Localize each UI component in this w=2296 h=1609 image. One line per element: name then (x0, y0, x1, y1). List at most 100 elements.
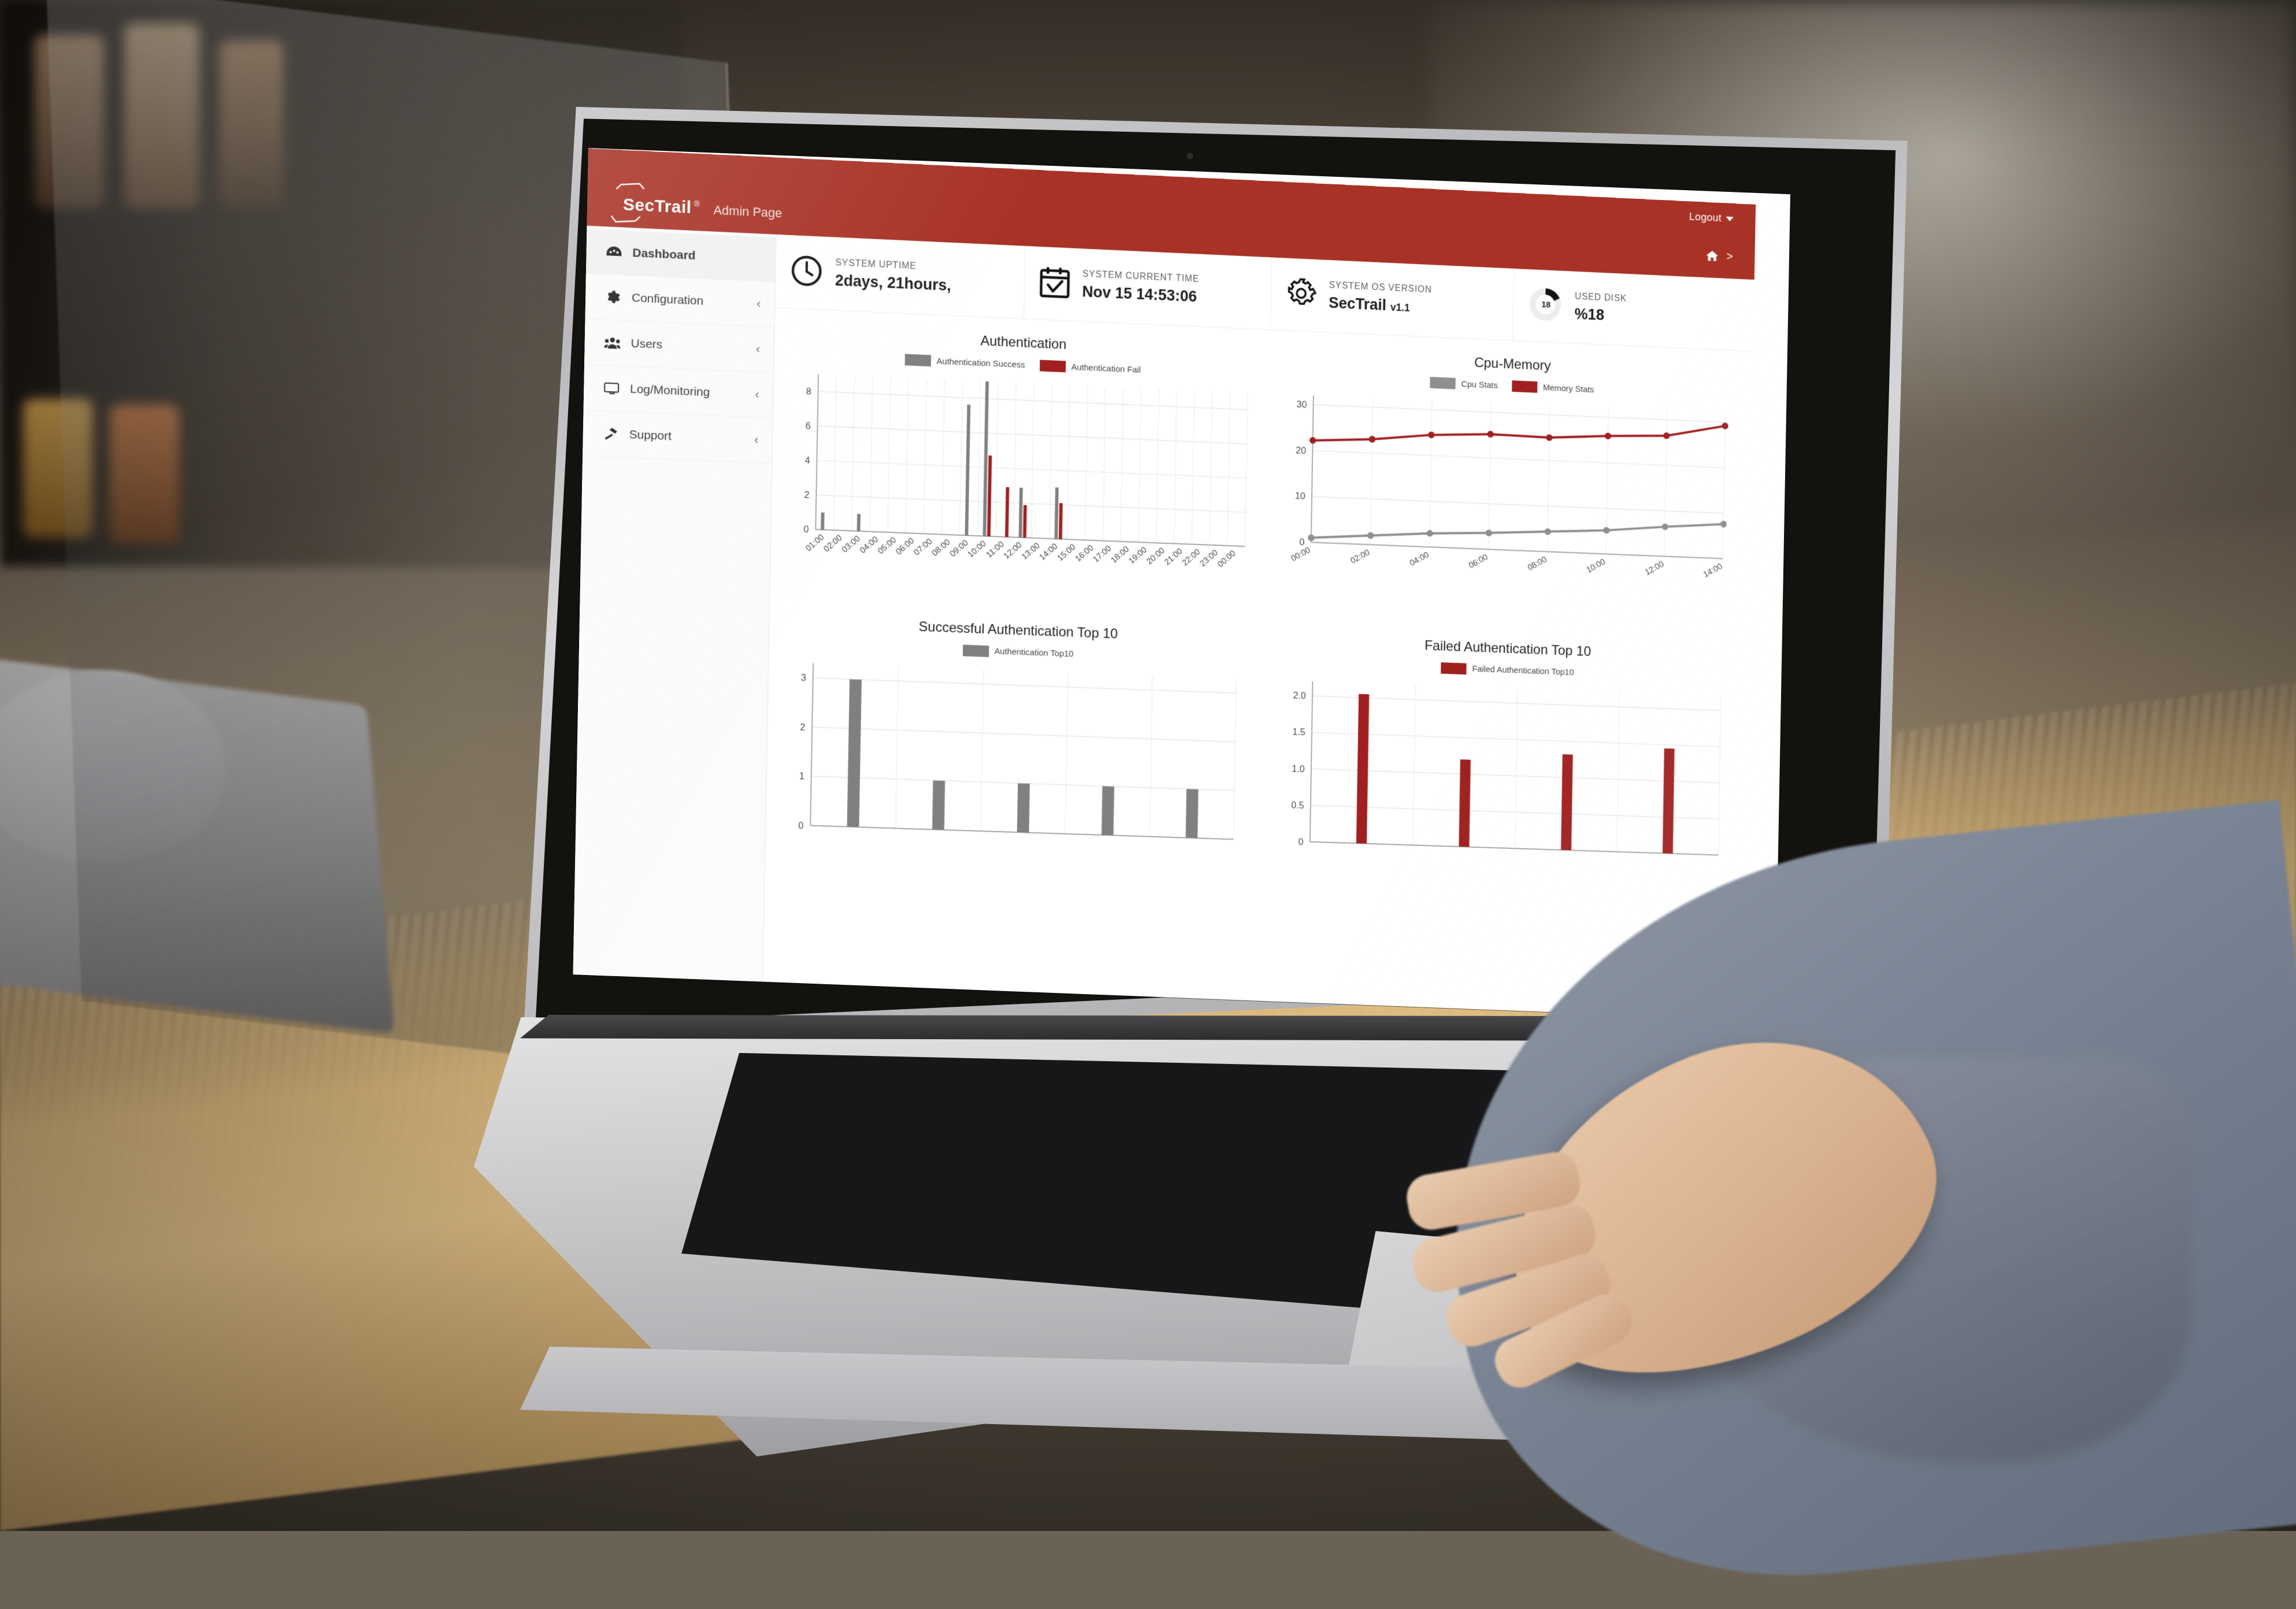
legend-item[interactable]: Authentication Success (904, 354, 1025, 370)
laptop-screen: Logout SecTrail ® Admin Page (573, 148, 1790, 1021)
monitor-icon (603, 382, 620, 395)
sidebar-item-label: Dashboard (632, 246, 696, 263)
chart-plot-success-top10: 0123 (780, 655, 1249, 873)
clock-icon (791, 254, 823, 291)
brand-name: SecTrail (623, 195, 692, 217)
sidebar-item-dashboard[interactable]: Dashboard (586, 229, 776, 282)
stat-card-value: Nov 15 14:53:06 (1082, 283, 1199, 306)
gear-icon (1285, 277, 1317, 313)
legend-swatch (1040, 360, 1066, 373)
brand-trademark: ® (693, 199, 700, 208)
svg-text:12:00: 12:00 (1002, 540, 1023, 561)
stat-card-system-uptime: SYSTEM UPTIME 2days, 21hours, (775, 235, 1025, 318)
charts-grid: Authentication Authentication Success Au… (765, 308, 1753, 898)
svg-text:3: 3 (801, 673, 806, 683)
stat-card-value: 2days, 21hours, (835, 272, 951, 295)
svg-text:12:00: 12:00 (1644, 559, 1666, 577)
svg-text:11:00: 11:00 (985, 540, 1006, 560)
logout-button[interactable]: Logout (1689, 211, 1734, 225)
chart-failed-authentication-top-10: Failed Authentication Top 10 Failed Auth… (1260, 616, 1749, 898)
svg-text:04:00: 04:00 (858, 535, 880, 555)
donut-value: 18 (1541, 300, 1551, 310)
dashboard-content: SYSTEM UPTIME 2days, 21hours, (763, 235, 1755, 1009)
breadcrumb[interactable]: > (1705, 249, 1733, 264)
gear-icon (605, 290, 621, 305)
legend-item[interactable]: Failed Authentication Top10 (1441, 662, 1574, 679)
svg-text:07:00: 07:00 (913, 537, 934, 558)
logout-label: Logout (1689, 211, 1722, 225)
svg-text:2.0: 2.0 (1293, 691, 1305, 702)
svg-text:1.0: 1.0 (1292, 763, 1304, 774)
calendar-check-icon (1039, 265, 1070, 302)
chevron-left-icon: ‹ (754, 432, 759, 447)
sidebar-item-label: Log/Monitoring (630, 383, 710, 400)
chart-plot-authentication: 0246801:0002:0003:0004:0005:0006:0007:00… (785, 366, 1254, 607)
svg-text:4: 4 (805, 455, 810, 466)
legend-swatch (1430, 377, 1456, 390)
svg-text:13:00: 13:00 (1020, 541, 1041, 561)
legend-label: Authentication Fail (1071, 362, 1141, 375)
sidebar-item-configuration[interactable]: Configuration ‹ (585, 273, 775, 327)
legend-swatch (963, 644, 989, 657)
admin-dashboard-app: Logout SecTrail ® Admin Page (573, 149, 1756, 1009)
home-icon[interactable] (1705, 249, 1719, 262)
svg-text:10:00: 10:00 (966, 539, 988, 560)
webcam-icon (1186, 153, 1193, 160)
stat-card-system-os-version: SYSTEM OS VERSION SecTrail v1.1 (1270, 257, 1515, 340)
svg-text:0: 0 (803, 524, 808, 535)
laptop: Logout SecTrail ® Admin Page (0, 0, 2296, 1531)
chart-plot-failed-top10: 0 0.5 1.0 1.5 2.0 (1275, 673, 1734, 888)
svg-text:01:00: 01:00 (804, 533, 826, 554)
svg-text:2: 2 (800, 722, 805, 732)
svg-text:20: 20 (1296, 445, 1306, 455)
chart-cpu-memory: Cpu-Memory Cpu Stats Memory Stats (1265, 330, 1753, 634)
chevron-left-icon: ‹ (755, 387, 759, 402)
sidebar-item-log-monitoring[interactable]: Log/Monitoring ‹ (584, 365, 774, 418)
svg-text:21:00: 21:00 (1163, 547, 1184, 567)
legend-item[interactable]: Cpu Stats (1430, 377, 1498, 391)
legend-label: Memory Stats (1543, 383, 1594, 394)
stat-card-value: %18 (1574, 305, 1626, 325)
svg-text:20:00: 20:00 (1145, 546, 1166, 566)
svg-text:05:00: 05:00 (876, 536, 898, 557)
stat-card-used-disk: 18 USED DISK %18 (1514, 269, 1755, 351)
svg-text:1: 1 (799, 771, 804, 781)
sidebar: Dashboard Configuration ‹ (573, 225, 777, 980)
svg-text:17:00: 17:00 (1092, 544, 1113, 564)
legend-item[interactable]: Authentication Fail (1040, 360, 1141, 376)
svg-text:09:00: 09:00 (948, 538, 970, 559)
stat-card-label: SYSTEM CURRENT TIME (1082, 269, 1199, 285)
legend-item[interactable]: Memory Stats (1512, 380, 1594, 395)
svg-text:23:00: 23:00 (1199, 548, 1220, 568)
tachometer-icon (606, 246, 622, 259)
brand-subtitle: Admin Page (713, 203, 782, 221)
svg-text:02:00: 02:00 (822, 533, 844, 554)
stat-card-value: SecTrail v1.1 (1329, 294, 1432, 316)
svg-text:0.5: 0.5 (1291, 800, 1304, 810)
chevron-left-icon: ‹ (756, 296, 761, 312)
legend-label: Failed Authentication Top10 (1472, 664, 1574, 677)
svg-text:1.5: 1.5 (1292, 727, 1305, 737)
users-icon (604, 336, 620, 350)
donut-chart: 18 (1528, 286, 1563, 325)
os-name: SecTrail (1329, 294, 1386, 314)
svg-text:06:00: 06:00 (1467, 553, 1489, 570)
chevron-down-icon (1726, 217, 1733, 221)
svg-text:03:00: 03:00 (840, 534, 862, 555)
svg-text:0: 0 (1299, 537, 1304, 548)
svg-text:0: 0 (1298, 837, 1303, 847)
svg-text:14:00: 14:00 (1038, 542, 1059, 562)
breadcrumb-separator: > (1726, 250, 1733, 264)
brand[interactable]: SecTrail ® Admin Page (623, 195, 782, 222)
stat-card-label: SYSTEM OS VERSION (1329, 280, 1431, 295)
sidebar-item-users[interactable]: Users ‹ (584, 319, 774, 373)
svg-text:30: 30 (1296, 399, 1307, 410)
svg-text:14:00: 14:00 (1702, 562, 1724, 580)
legend-item[interactable]: Authentication Top10 (963, 644, 1074, 660)
legend-label: Authentication Success (937, 356, 1025, 369)
svg-text:08:00: 08:00 (930, 537, 952, 558)
os-version: v1.1 (1390, 302, 1410, 314)
sidebar-item-support[interactable]: Support ‹ (583, 410, 773, 464)
stat-card-label: SYSTEM UPTIME (835, 258, 951, 273)
svg-text:06:00: 06:00 (895, 536, 917, 557)
